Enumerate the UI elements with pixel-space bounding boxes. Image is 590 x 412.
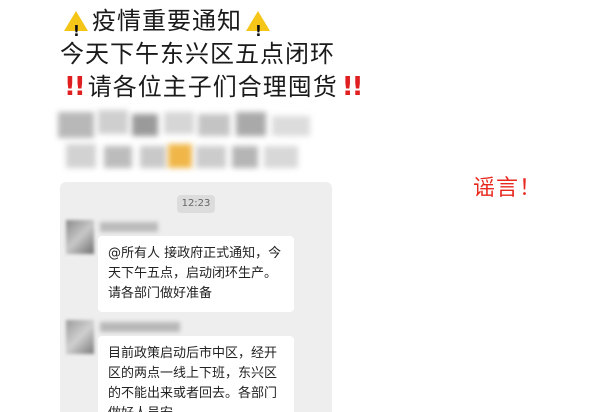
sender-name — [100, 222, 158, 232]
headline-line-1: 疫情重要通知 — [60, 4, 274, 48]
warning-icon — [64, 11, 88, 48]
headline-text: 请各位主子们合理囤货 — [87, 73, 338, 101]
blurred-content — [56, 106, 326, 178]
headline-title: 疫情重要通知 — [92, 7, 242, 35]
headline-line-3: !! 请各位主子们合理囤货!! — [60, 70, 365, 104]
warning-icon — [246, 11, 270, 48]
headline-line-2: 今天下午东兴区五点闭环 — [60, 40, 335, 68]
chat-timestamp: 12:23 — [177, 195, 215, 213]
rumor-label: 谣言！ — [473, 176, 543, 201]
double-exclamation-icon: !! — [64, 72, 86, 102]
chat-screenshot: 12:23 @所有人 接政府正式通知，今天下午五点，启动闭环生产。请各部门做好准… — [60, 182, 332, 412]
avatar — [66, 220, 94, 254]
sender-name — [100, 322, 180, 332]
chat-message-2: 目前政策启动后市中区，经开区的两点一线上下班，东兴区的不能出来或者回去。各部门做… — [98, 336, 294, 412]
double-exclamation-icon: !! — [341, 72, 364, 102]
chat-message-1: @所有人 接政府正式通知，今天下午五点，启动闭环生产。请各部门做好准备 — [98, 236, 294, 312]
avatar — [66, 320, 94, 354]
